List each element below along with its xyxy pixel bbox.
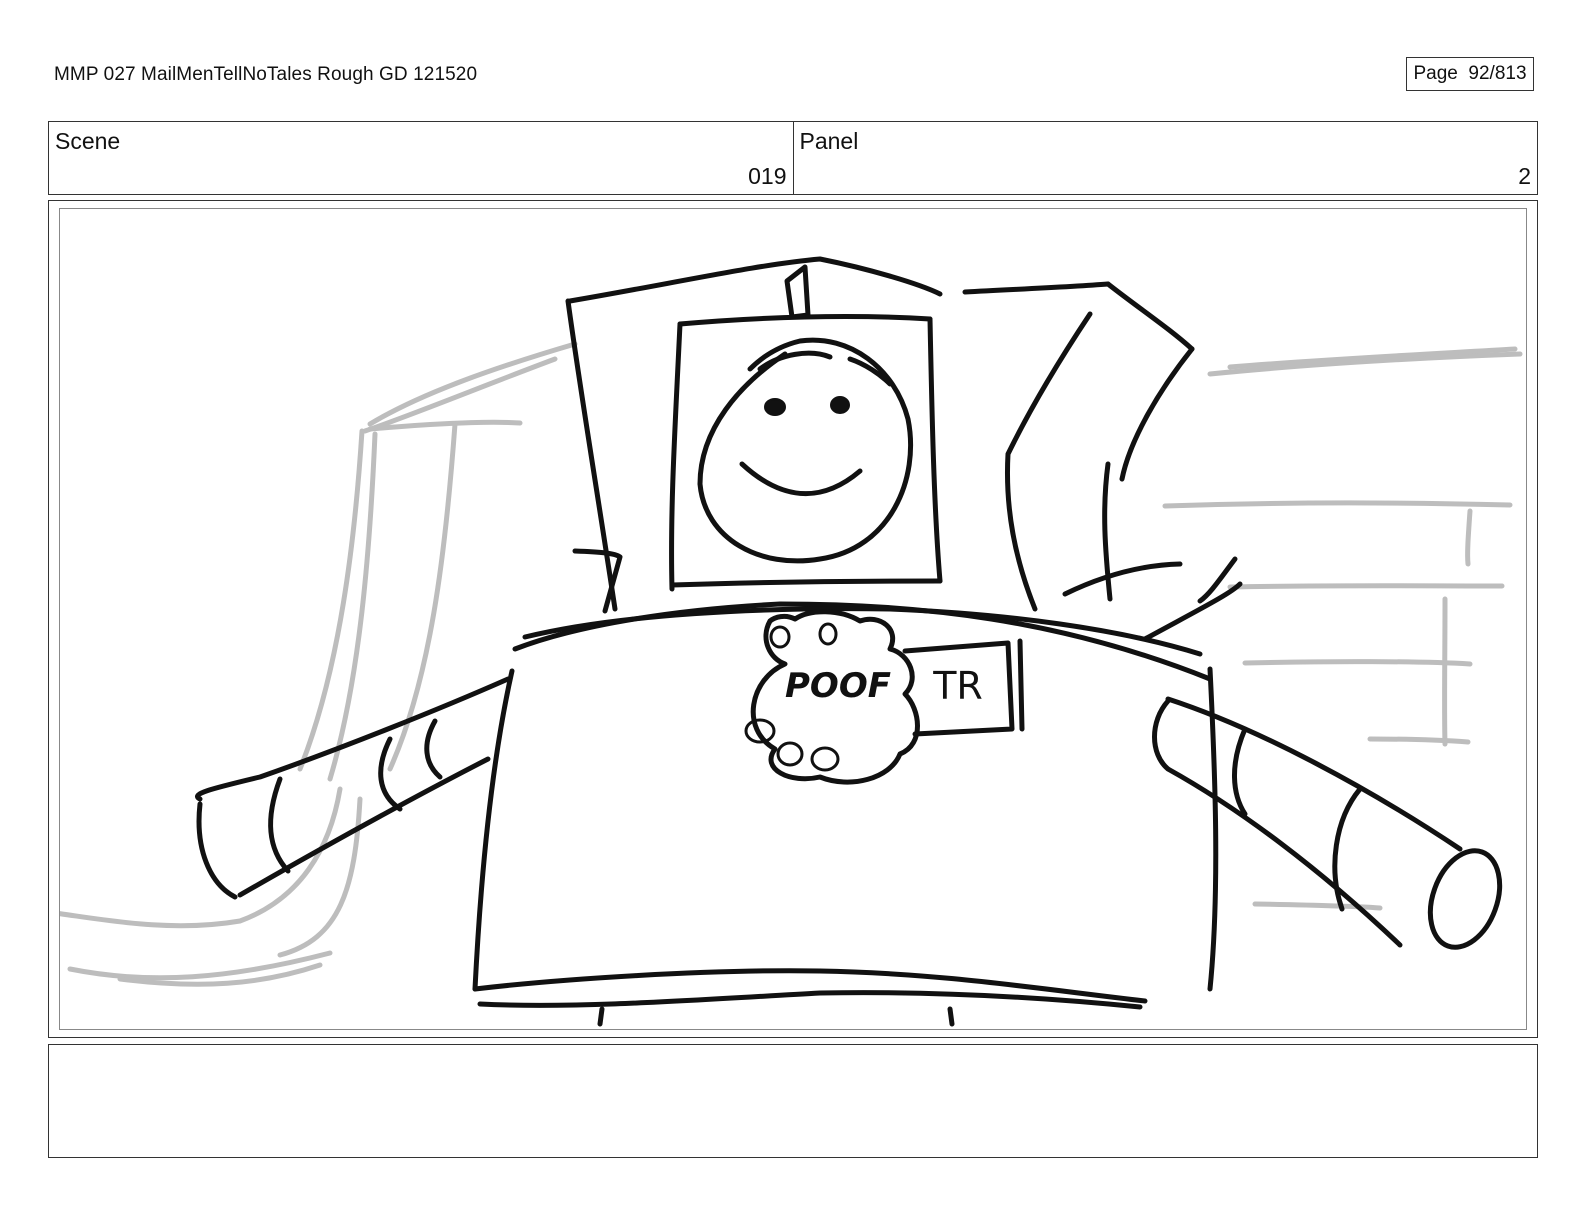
page-indicator: Page 92/813: [1406, 57, 1534, 91]
document-title: MMP 027 MailMenTellNoTales Rough GD 1215…: [54, 64, 478, 85]
panel-number: 2: [1518, 163, 1531, 189]
panel-cell: Panel 2: [792, 122, 1538, 194]
panel-label: Panel: [799, 128, 859, 154]
mail-tag-text: TR: [932, 664, 983, 708]
background-sketch: [60, 341, 1523, 987]
page-number: 92/813: [1468, 63, 1527, 84]
notes-box: [48, 1044, 1538, 1158]
sketch-drawing: POOF TR: [60, 256, 1523, 1027]
storyboard-image: POOF TR: [59, 208, 1527, 1030]
scene-label: Scene: [55, 128, 121, 154]
poof-badge-text: POOF: [785, 666, 891, 706]
scene-cell: Scene 019: [49, 122, 793, 194]
mailman-character: [195, 256, 1503, 1027]
scene-number: 019: [748, 163, 787, 189]
scene-panel-row: Scene 019 Panel 2: [48, 121, 1538, 195]
page-label: Page: [1413, 63, 1458, 84]
